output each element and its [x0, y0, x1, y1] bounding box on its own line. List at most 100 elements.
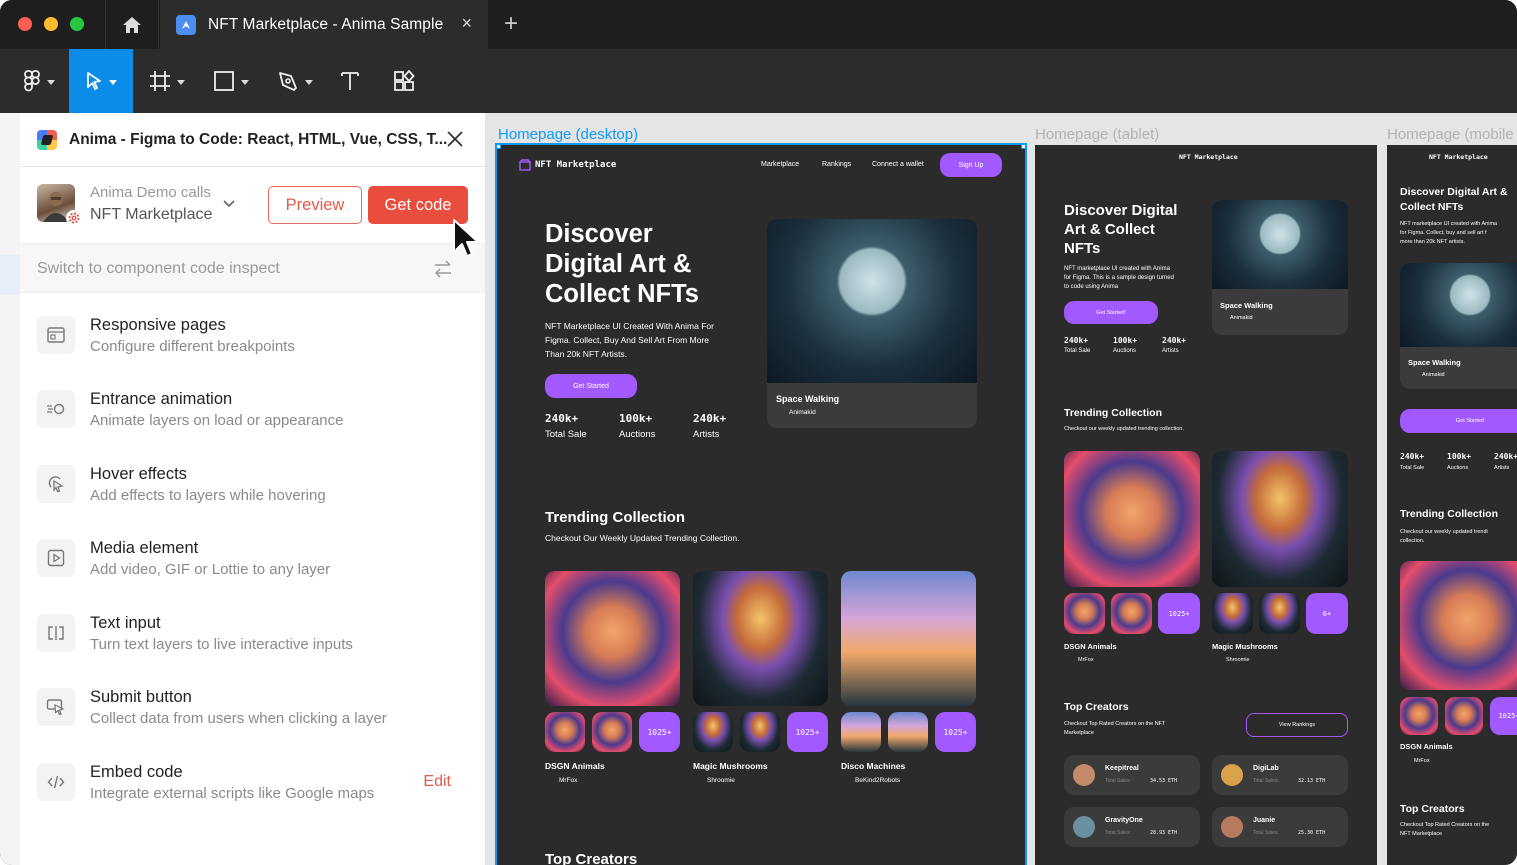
tablet-hero-title: Discover Digital Art & Collect NFTs: [1064, 202, 1178, 257]
chevron-down-icon: [305, 79, 313, 85]
main-menu-button[interactable]: [14, 49, 64, 113]
tab-bar: NFT Marketplace - Anima Sample × +: [0, 0, 1517, 49]
resources-tool-button[interactable]: [384, 49, 424, 113]
frame-label-mobile[interactable]: Homepage (mobile: [1387, 126, 1514, 143]
new-tab-button[interactable]: +: [504, 10, 518, 38]
frame-label-desktop[interactable]: Homepage (desktop): [498, 126, 638, 143]
frame-icon: [150, 71, 170, 91]
tab-close-icon[interactable]: ×: [461, 13, 472, 34]
tab-nft-marketplace[interactable]: NFT Marketplace - Anima Sample ×: [160, 0, 488, 49]
feature-title: Hover effects: [90, 465, 187, 483]
feature-submit-button[interactable]: Submit button Collect data from users wh…: [20, 672, 485, 746]
anima-logo-icon: [37, 129, 57, 150]
feature-hover-effects[interactable]: Hover effects Add effects to layers whil…: [20, 449, 485, 523]
submit-icon: [37, 688, 75, 726]
switch-label: Switch to component code inspect: [37, 260, 280, 277]
text-icon: [341, 72, 359, 90]
animation-icon: [37, 390, 75, 428]
maximize-window-button[interactable]: [70, 17, 84, 31]
edit-link[interactable]: Edit: [423, 773, 451, 791]
mouse-cursor-icon: [453, 219, 479, 257]
feature-title: Responsive pages: [90, 316, 226, 334]
trending-title: Trending Collection: [545, 509, 686, 526]
hero-subtitle: NFT Marketplace UI Created With Anima Fo…: [545, 321, 714, 359]
panel-title: Anima - Figma to Code: React, HTML, Vue,…: [69, 130, 448, 148]
home-icon: [123, 16, 141, 33]
preview-button[interactable]: Preview: [268, 186, 362, 224]
featured-nft-card: Space Walking Animakid: [767, 219, 977, 428]
feature-subtitle: Integrate external scripts like Google m…: [90, 785, 375, 802]
tablet-hero-subtitle: NFT marketplace UI created with Anima fo…: [1064, 266, 1174, 290]
site-brand: NFT Marketplace: [535, 160, 617, 170]
feature-title: Submit button: [90, 688, 192, 706]
signup-button: Sign Up: [940, 153, 1002, 177]
feature-embed-code[interactable]: Embed code Integrate external scripts li…: [20, 747, 485, 821]
move-tool-button[interactable]: [69, 49, 133, 113]
signup-label: Sign Up: [958, 161, 984, 169]
feature-subtitle: Add video, GIF or Lottie to any layer: [90, 561, 331, 578]
feature-subtitle: Animate layers on load or appearance: [90, 412, 344, 429]
resources-icon: [394, 70, 415, 91]
minimize-window-button[interactable]: [44, 17, 58, 31]
tab-title: NFT Marketplace - Anima Sample: [208, 15, 444, 33]
figma-window: NFT Marketplace - Anima Sample × + Anima…: [0, 0, 1517, 865]
home-button[interactable]: [105, 0, 159, 49]
design-canvas[interactable]: Homepage (desktop) Homepage (tablet) Hom…: [485, 113, 1517, 865]
feature-media-element[interactable]: Media element Add video, GIF or Lottie t…: [20, 523, 485, 597]
feature-entrance-animation[interactable]: Entrance animation Animate layers on loa…: [20, 374, 485, 448]
nav-rankings: Rankings: [822, 161, 852, 168]
feature-title: Embed code: [90, 763, 183, 781]
nav-connect-wallet: Connect a wallet: [872, 161, 924, 168]
chevron-down-icon: [177, 79, 185, 85]
anima-plugin-panel: Anima - Figma to Code: React, HTML, Vue,…: [20, 113, 485, 865]
panel-header: Anima - Figma to Code: React, HTML, Vue,…: [20, 113, 485, 167]
tablet-frame[interactable]: NFT Marketplace Discover Digital Art & C…: [1035, 145, 1377, 865]
feature-subtitle: Configure different breakpoints: [90, 338, 295, 355]
frame-tool-button[interactable]: [140, 49, 194, 113]
switch-to-component-inspect[interactable]: Switch to component code inspect: [20, 243, 485, 293]
figma-file-icon: [176, 14, 196, 35]
resize-handle[interactable]: [1021, 145, 1025, 149]
feature-title: Media element: [90, 539, 199, 557]
hero-title: Discover Digital Art & Collect NFTs: [545, 220, 699, 308]
layers-panel-edge: [0, 113, 20, 865]
chevron-down-icon[interactable]: [222, 199, 236, 209]
hover-icon: [37, 465, 75, 503]
pen-icon: [279, 72, 297, 91]
get-started-button: Get Started: [545, 374, 637, 398]
storefront-icon: [519, 159, 531, 171]
settings-gear-icon[interactable]: [66, 210, 82, 226]
rectangle-icon: [214, 71, 234, 91]
nav-marketplace: Marketplace: [761, 161, 800, 168]
shape-tool-button[interactable]: [204, 49, 258, 113]
embed-icon: [37, 763, 75, 801]
close-icon[interactable]: [443, 127, 467, 151]
frame-label-tablet[interactable]: Homepage (tablet): [1035, 126, 1159, 143]
project-name[interactable]: NFT Marketplace: [90, 206, 212, 224]
media-icon: [37, 539, 75, 577]
cursor-arrow-icon: [87, 72, 101, 90]
pen-tool-button[interactable]: [268, 49, 322, 113]
responsive-icon: [37, 316, 75, 354]
project-team: Anima Demo calls: [90, 184, 211, 201]
feature-text-input[interactable]: Text input Turn text layers to live inte…: [20, 598, 485, 672]
project-row: Anima Demo calls NFT Marketplace Preview…: [20, 167, 485, 243]
text-input-icon: [37, 614, 75, 652]
mobile-frame[interactable]: NFT Marketplace Discover Digital Art & C…: [1387, 145, 1517, 865]
text-tool-button[interactable]: [330, 49, 370, 113]
chevron-down-icon: [241, 79, 249, 85]
resize-handle[interactable]: [497, 145, 501, 149]
figma-logo-icon: [24, 70, 40, 92]
toolbar: [0, 49, 1517, 113]
swap-arrows-icon: [434, 260, 451, 278]
feature-title: Entrance animation: [90, 390, 233, 408]
feature-subtitle: Add effects to layers while hovering: [90, 487, 326, 504]
desktop-frame[interactable]: NFT Marketplace Marketplace Rankings Con…: [495, 143, 1027, 865]
trending-subtitle: Checkout Our Weekly Updated Trending Col…: [545, 533, 740, 543]
feature-subtitle: Collect data from users when clicking a …: [90, 710, 387, 727]
close-window-button[interactable]: [18, 17, 32, 31]
feature-title: Text input: [90, 614, 161, 632]
feature-responsive-pages[interactable]: Responsive pages Configure different bre…: [20, 300, 485, 374]
feature-subtitle: Turn text layers to live interactive inp…: [90, 636, 353, 653]
chevron-down-icon: [47, 79, 55, 85]
